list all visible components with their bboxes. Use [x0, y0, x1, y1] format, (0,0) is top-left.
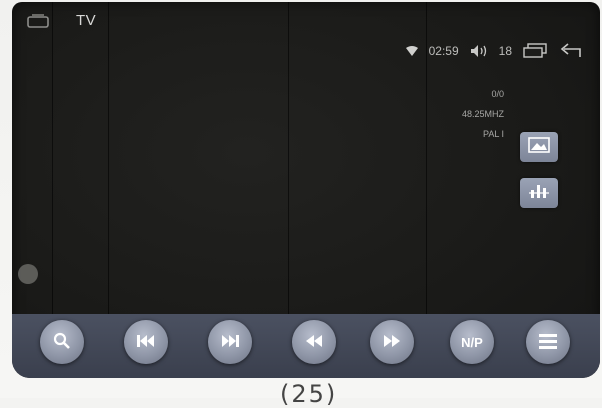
top-bar: TV — [26, 12, 96, 29]
frequency: 48.25MHZ — [461, 109, 504, 119]
clock: 02:59 — [428, 44, 459, 58]
list-button[interactable] — [526, 320, 570, 364]
fast-forward-icon — [381, 333, 403, 352]
picture-button[interactable] — [520, 132, 558, 162]
status-bar: 02:59 18 — [405, 42, 584, 60]
equalizer-icon — [528, 182, 550, 205]
channel-info: 0/0 48.25MHZ PAL I — [462, 84, 504, 144]
np-button[interactable]: N/P — [450, 320, 494, 364]
list-icon — [537, 332, 559, 353]
volume-level: 18 — [498, 44, 512, 58]
page-title: TV — [76, 12, 97, 29]
home-icon[interactable] — [26, 13, 50, 29]
equalizer-button[interactable] — [520, 178, 558, 208]
page-number-caption: (25) — [280, 380, 338, 408]
rewind-icon — [303, 333, 325, 352]
back-icon[interactable] — [558, 42, 584, 60]
np-label: N/P — [461, 334, 483, 350]
picture-icon — [528, 136, 550, 158]
next-track-button[interactable] — [208, 320, 252, 364]
search-button[interactable] — [40, 320, 84, 364]
prev-track-button[interactable] — [124, 320, 168, 364]
fast-forward-button[interactable] — [370, 320, 414, 364]
windows-icon[interactable] — [522, 43, 548, 59]
channel-number: 0/0 — [491, 89, 504, 99]
search-icon — [52, 331, 72, 354]
rewind-button[interactable] — [292, 320, 336, 364]
next-track-icon — [219, 333, 241, 352]
indicator-dot — [18, 264, 38, 284]
volume-icon[interactable] — [469, 44, 489, 58]
wifi-icon — [405, 45, 419, 57]
tv-standard: PAL I — [482, 129, 504, 139]
prev-track-icon — [135, 333, 157, 352]
